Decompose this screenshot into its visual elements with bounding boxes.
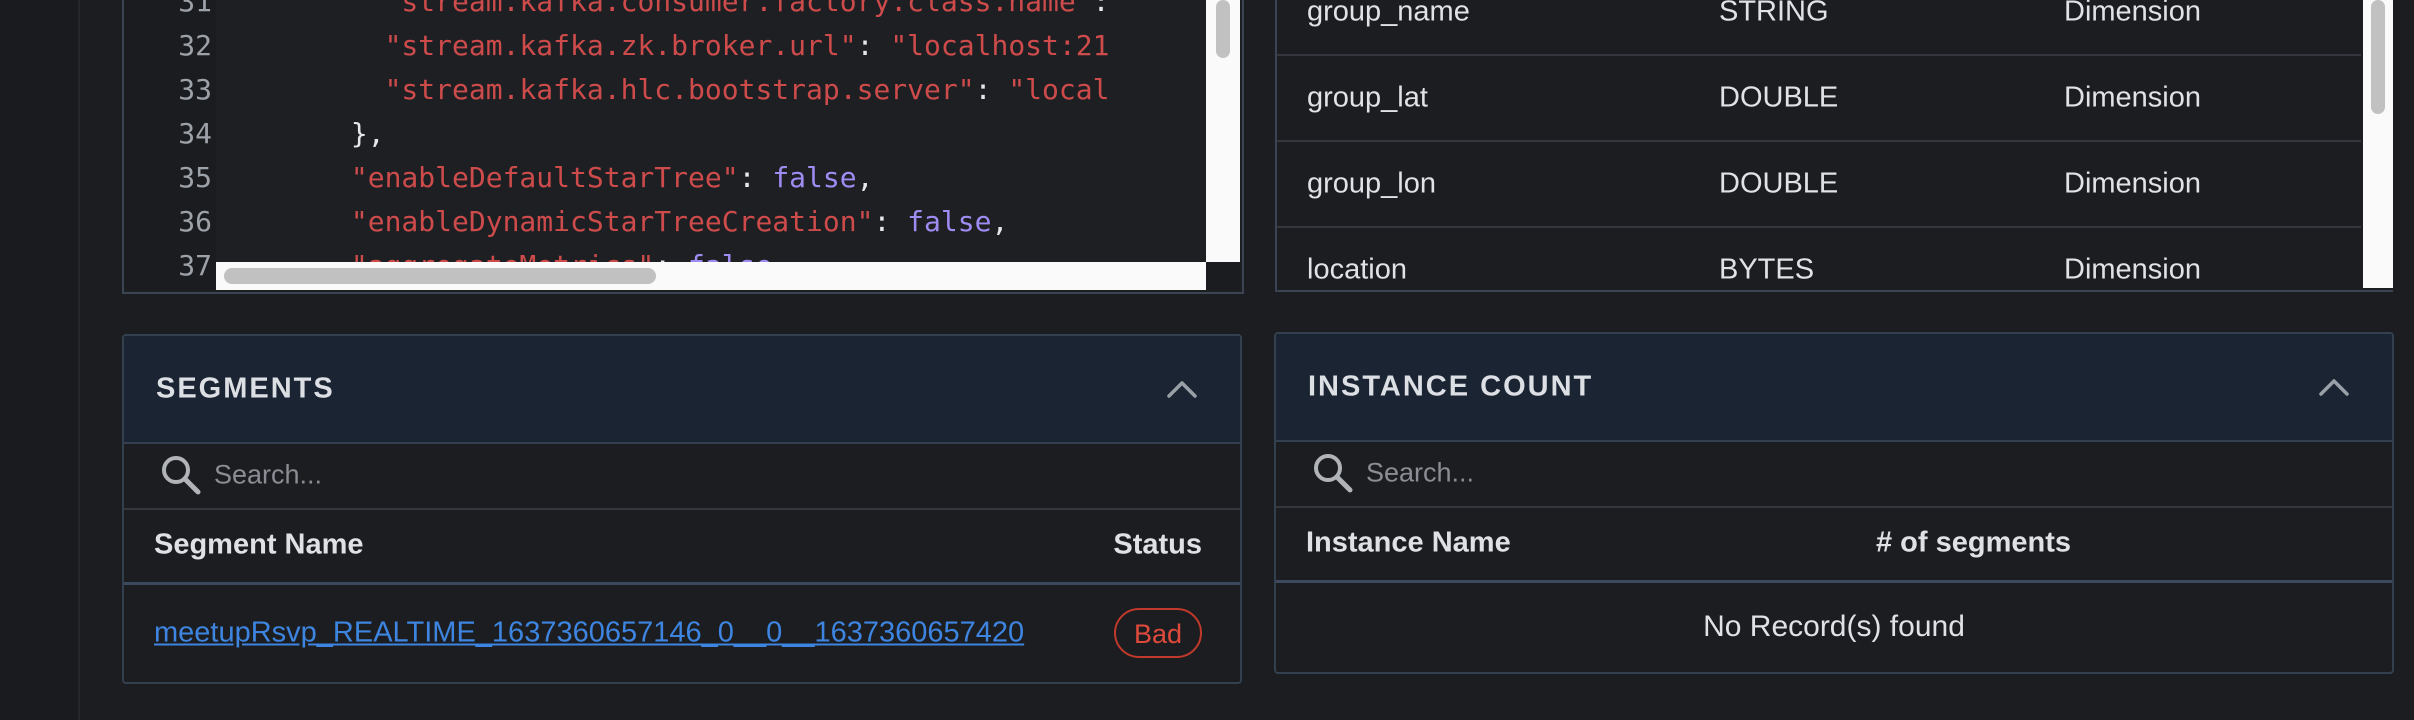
segments-header[interactable]: SEGMENTS [124,336,1240,444]
segments-search-bar [124,442,1240,510]
json-key: "stream.kafka.zk.broker.url" [384,29,857,62]
field-type: Dimension [2064,81,2201,114]
json-value: "localhost:21 [890,29,1110,62]
line-number: 34 [178,117,212,150]
instance-count-title: INSTANCE COUNT [1308,370,1594,403]
json-key: "stream.kafka.hlc.bootstrap.server" [384,73,975,106]
code-line: "stream.kafka.hlc.bootstrap.server": "lo… [216,68,1110,112]
json-value: "local [1008,73,1110,106]
search-icon [1314,454,1353,493]
json-punctuation: , [772,249,789,262]
data-type: DOUBLE [1719,167,1839,200]
table-row: group_lon DOUBLE Dimension [1277,142,2361,228]
side-nav-strip [0,0,80,720]
segments-search-input[interactable] [214,459,714,491]
segments-count-column-header[interactable]: # of segments [1876,527,2071,560]
field-type: Dimension [2064,167,2201,200]
table-row: group_lat DOUBLE Dimension [1277,56,2361,142]
line-number: 35 [178,161,212,194]
data-type: STRING [1719,0,1829,28]
instance-search-bar [1276,440,2392,508]
instance-count-card: INSTANCE COUNT Instance Name # of segmen… [1274,332,2394,674]
json-punctuation: : [856,29,891,62]
instance-count-header[interactable]: INSTANCE COUNT [1276,334,2392,442]
json-punctuation: }, [350,117,385,150]
instance-search-input[interactable] [1366,457,1866,489]
column-name: group_lat [1307,81,1428,114]
code-content[interactable]: "stream.kafka.consumer.factory.class.nam… [216,0,1206,262]
line-number: 32 [178,29,212,62]
editor-horizontal-scroll-thumb[interactable] [224,268,656,284]
segment-name-column-header[interactable]: Segment Name [154,529,364,562]
column-name: location [1307,253,1407,286]
search-icon [162,456,201,495]
json-punctuation: , [991,205,1009,238]
code-line: }, [216,112,385,156]
field-type: Dimension [2064,0,2201,28]
code-line: "enableDefaultStarTree": false, [216,156,874,200]
segments-table-header: Segment Name Status [124,508,1240,585]
instance-table-header: Instance Name # of segments [1276,506,2392,583]
line-number: 31 [178,0,212,18]
schema-table: group_name STRING Dimension group_lat DO… [1275,0,2393,292]
json-key: "aggregateMetrics" [351,249,654,262]
code-line: "stream.kafka.zk.broker.url": "localhost… [216,24,1110,68]
line-number: 37 [178,249,212,282]
json-punctuation: : [738,161,773,194]
code-line: "aggregateMetrics": false, [216,244,789,262]
json-value: false [772,161,857,194]
table-row: group_name STRING Dimension [1277,0,2361,56]
editor-vertical-scroll-thumb[interactable] [1216,0,1230,58]
segment-link[interactable]: meetupRsvp_REALTIME_1637360657146_0__0__… [154,616,1024,649]
segments-title: SEGMENTS [156,372,335,405]
status-badge: Bad [1113,607,1202,658]
json-punctuation: : [1092,0,1127,18]
instance-name-column-header[interactable]: Instance Name [1306,527,1511,560]
data-type: DOUBLE [1719,81,1839,114]
scrollbar-corner [1206,262,1240,290]
json-punctuation: : [873,205,908,238]
chevron-up-icon[interactable] [1166,379,1198,399]
chevron-up-icon[interactable] [2318,377,2350,397]
code-line: "stream.kafka.consumer.factory.class.nam… [216,0,1126,24]
line-number-gutter: 31 32 33 34 35 36 37 [124,0,216,290]
segments-card: SEGMENTS Segment Name Status meetupRsvp_… [122,334,1242,684]
json-punctuation: : [974,73,1009,106]
line-number: 33 [178,73,212,106]
schema-vertical-scroll-thumb[interactable] [2371,0,2385,114]
code-line: "enableDynamicStarTreeCreation": false, [216,200,1008,244]
table-config-editor[interactable]: 31 32 33 34 35 36 37 "stream.kafka.consumer.fa… [122,0,1244,294]
json-punctuation: , [856,161,874,194]
data-type: BYTES [1719,253,1815,286]
table-row: meetupRsvp_REALTIME_1637360657146_0__0__… [124,585,1240,680]
json-punctuation: : [654,249,688,262]
line-number: 36 [178,205,212,238]
json-value: false [688,249,772,262]
json-value: false [907,205,992,238]
empty-state-message: No Record(s) found [1703,610,1965,643]
field-type: Dimension [2064,253,2201,286]
json-key: "stream.kafka.consumer.factory.class.nam… [384,0,1093,18]
status-column-header[interactable]: Status [1113,529,1202,562]
column-name: group_lon [1307,167,1436,200]
json-key: "enableDynamicStarTreeCreation" [350,205,874,238]
column-name: group_name [1307,0,1470,28]
json-key: "enableDefaultStarTree" [350,161,739,194]
table-row: location BYTES Dimension [1277,228,2361,290]
